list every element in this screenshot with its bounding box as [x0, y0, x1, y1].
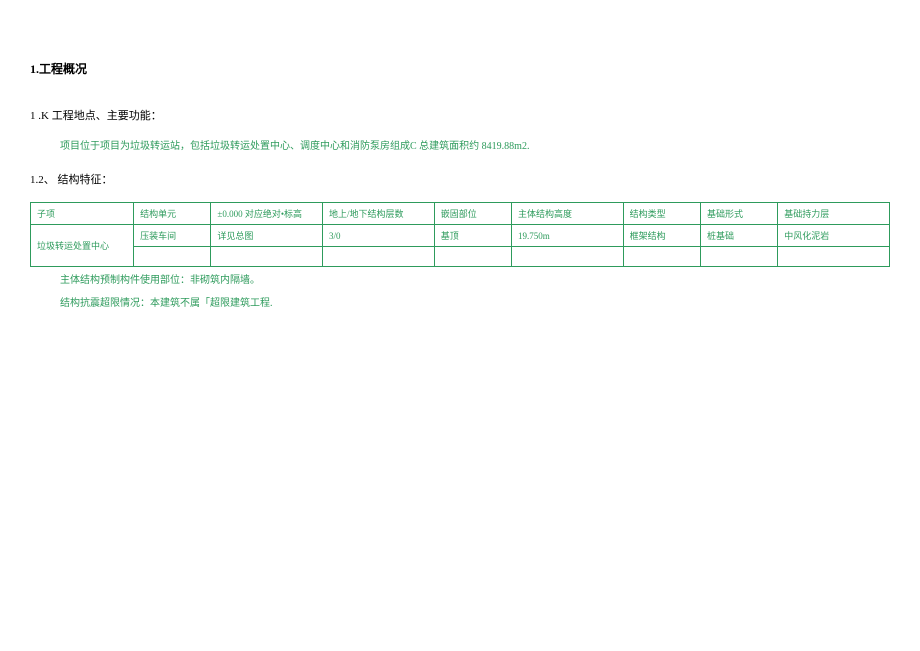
data-cell [134, 247, 211, 267]
note-2: 结构抗震超限情况：本建筑不属「超限建筑工程. [60, 295, 890, 313]
header-cell: ±0.000 对应绝对•标高 [211, 203, 323, 225]
data-cell [323, 247, 435, 267]
table-row: 垃圾转运处置中心 压装车间 详见总图 3/0 基顶 19.750m 框架结构 桩… [31, 225, 890, 247]
header-cell: 基础形式 [700, 203, 777, 225]
data-cell [511, 247, 623, 267]
data-cell: 19.750m [511, 225, 623, 247]
data-cell [623, 247, 700, 267]
note-1: 主体结构预制构件使用部位：非砌筑内隔墙。 [60, 272, 890, 290]
header-cell: 地上/地下结构层数 [323, 203, 435, 225]
data-cell: 框架结构 [623, 225, 700, 247]
header-cell: 结构单元 [134, 203, 211, 225]
header-cell: 主体结构高度 [511, 203, 623, 225]
section-heading-1: 1.工程概况 [30, 60, 890, 77]
data-cell [211, 247, 323, 267]
header-cell: 子项 [31, 203, 134, 225]
header-cell: 嵌固部位 [434, 203, 511, 225]
data-cell: 压装车间 [134, 225, 211, 247]
structure-table: 子项 结构单元 ±0.000 对应绝对•标高 地上/地下结构层数 嵌固部位 主体… [30, 202, 890, 267]
data-cell: 基顶 [434, 225, 511, 247]
section-heading-2: 1 .K 工程地点、主要功能： [30, 107, 890, 123]
data-cell: 中风化泥岩 [778, 225, 890, 247]
table-row [31, 247, 890, 267]
data-cell [778, 247, 890, 267]
data-cell: 垃圾转运处置中心 [31, 225, 134, 267]
table-header-row: 子项 结构单元 ±0.000 对应绝对•标高 地上/地下结构层数 嵌固部位 主体… [31, 203, 890, 225]
data-cell [434, 247, 511, 267]
header-cell: 结构类型 [623, 203, 700, 225]
section-heading-3: 1.2、 结构特征： [30, 171, 890, 187]
data-cell: 详见总图 [211, 225, 323, 247]
project-description: 项目位于项目为垃圾转运站，包括垃圾转运处置中心、调度中心和消防泵房组成C 总建筑… [60, 138, 890, 156]
data-cell [700, 247, 777, 267]
data-cell: 桩基础 [700, 225, 777, 247]
header-cell: 基础持力层 [778, 203, 890, 225]
data-cell: 3/0 [323, 225, 435, 247]
